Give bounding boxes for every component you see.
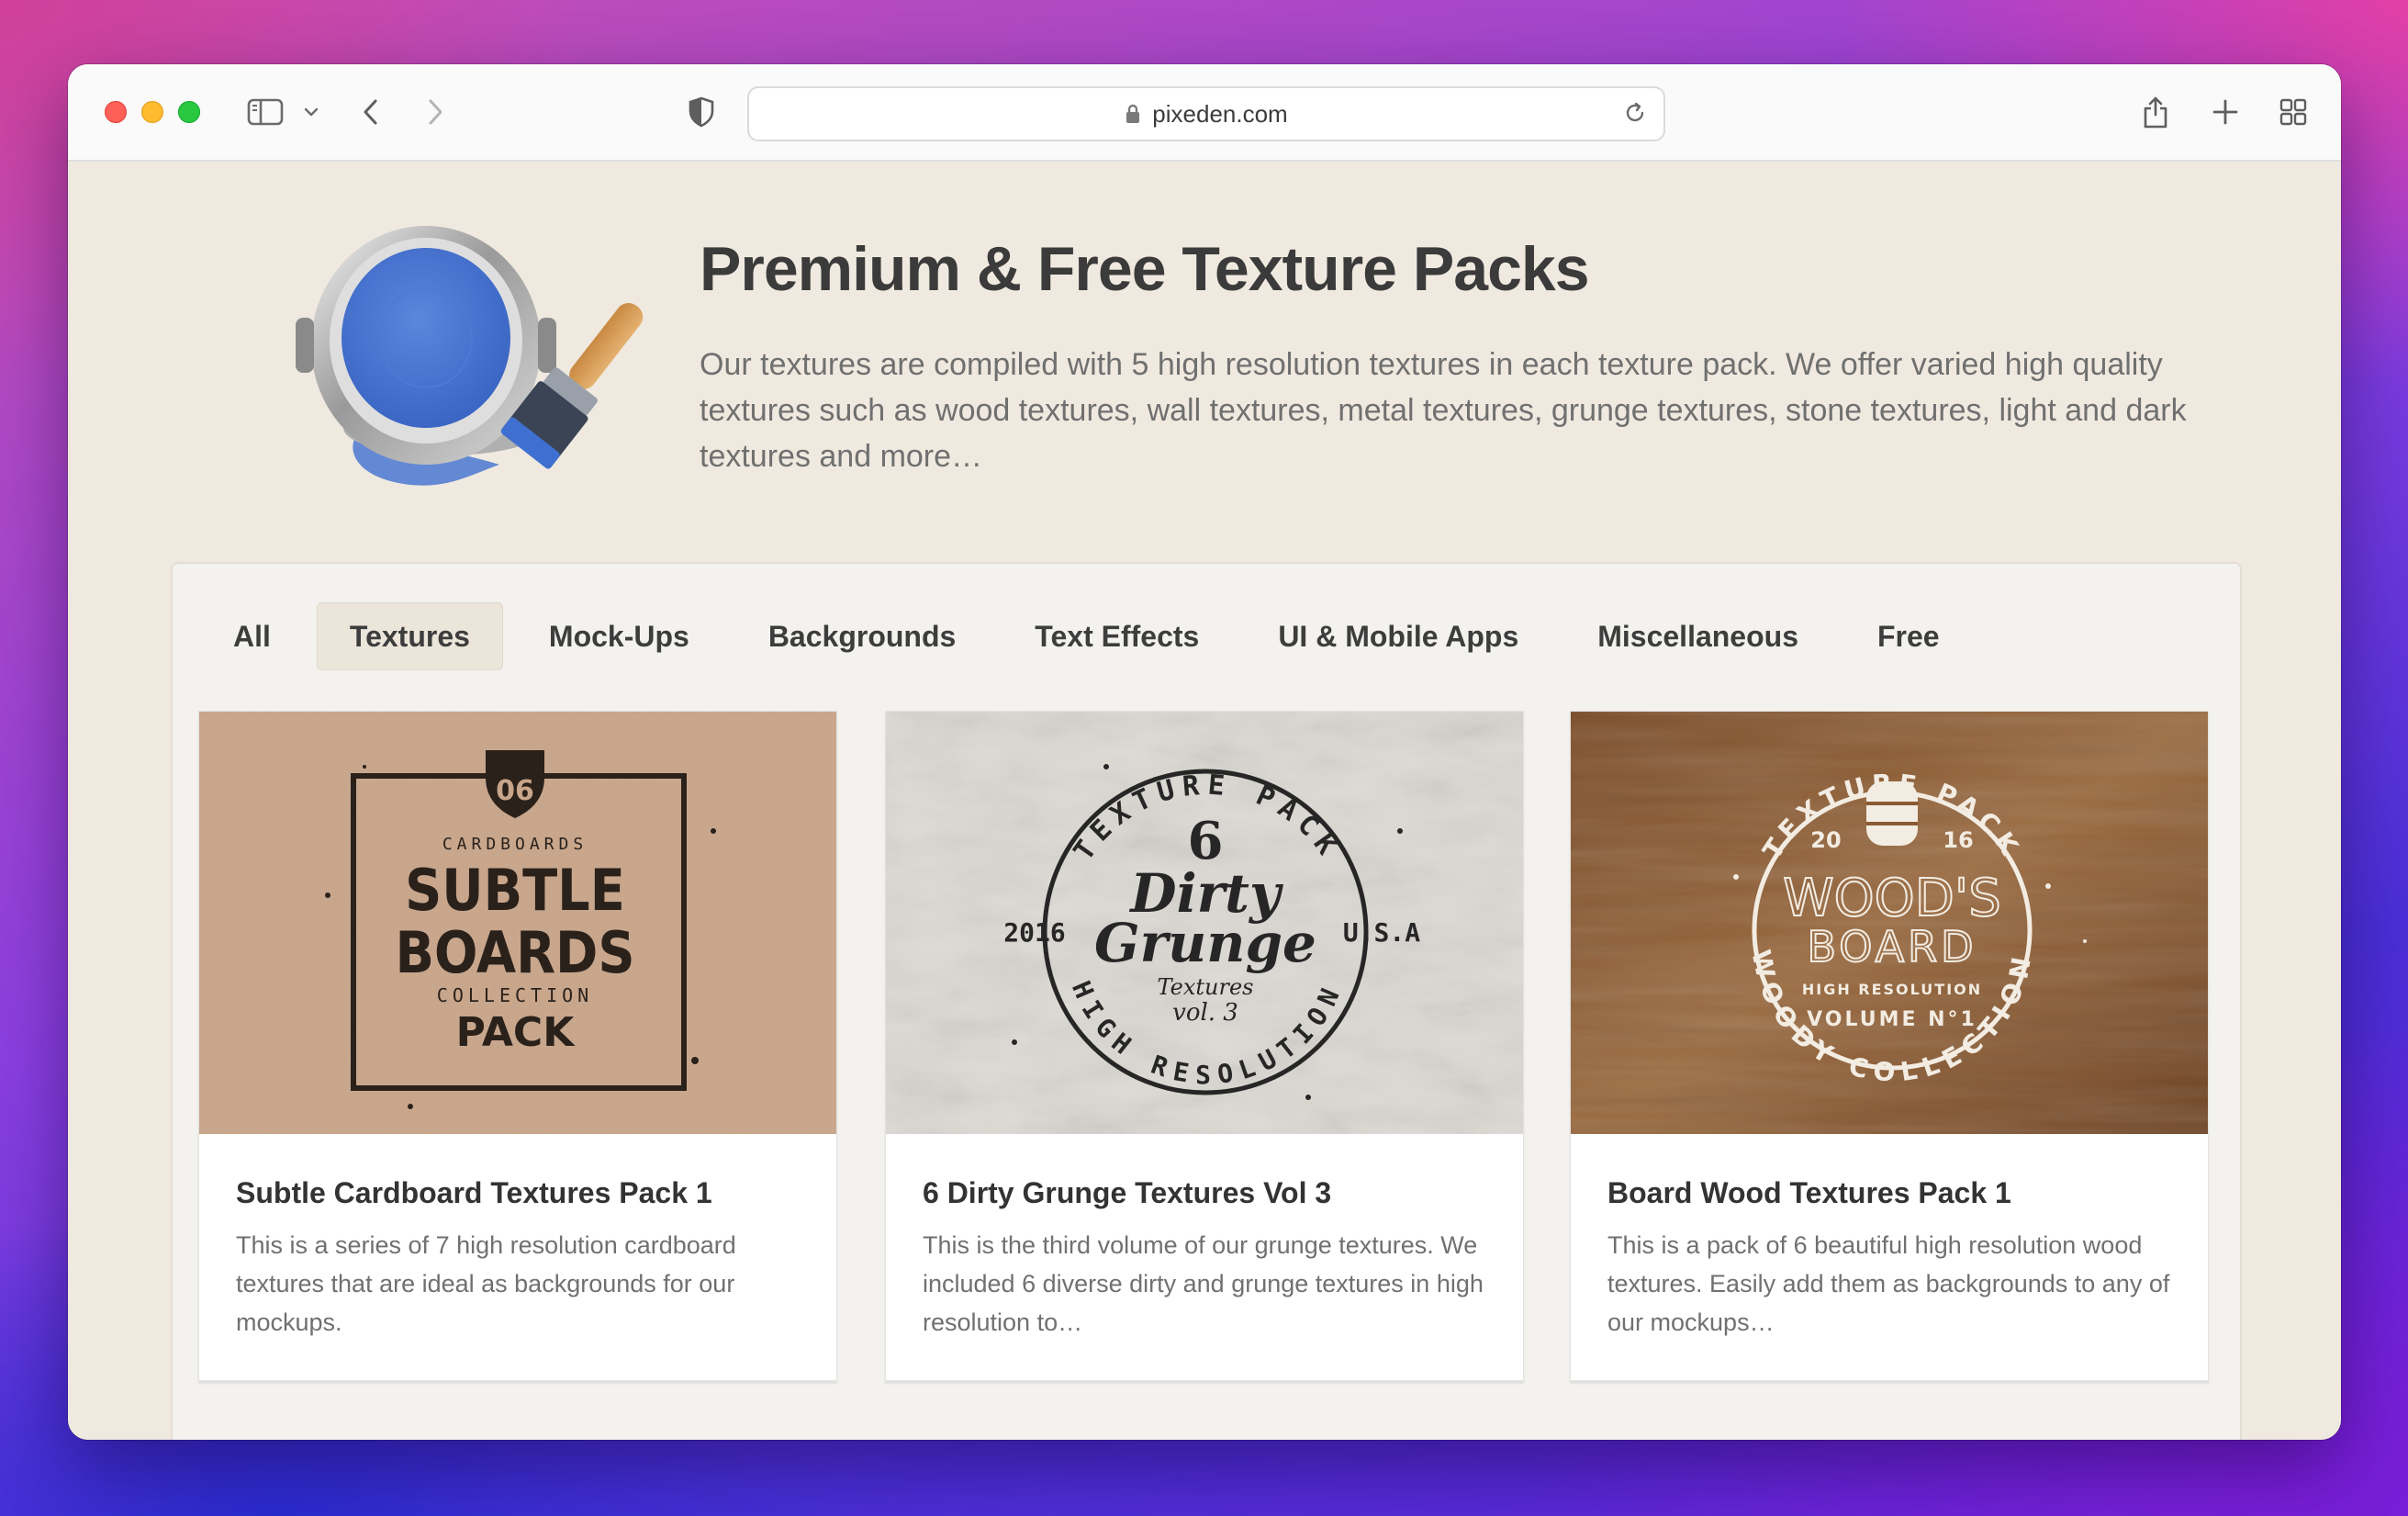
thumb-text: PACK <box>456 1009 577 1056</box>
thumb-text: HIGH RESOLUTION <box>1802 981 1982 998</box>
tab-label: Free <box>1876 619 1940 653</box>
card-title[interactable]: Board Wood Textures Pack 1 <box>1607 1176 2011 1210</box>
tab-overview-button[interactable] <box>2275 90 2312 134</box>
tab-label: Textures <box>349 619 470 653</box>
tab-free[interactable]: Free <box>1844 602 1973 670</box>
minimize-window-button[interactable] <box>141 101 163 123</box>
product-card-wood[interactable]: TEXTURE PACK 20 16 WOOD'S BOARD HIGH RES… <box>1570 711 2209 1381</box>
back-button[interactable] <box>353 90 389 134</box>
product-thumbnail[interactable]: 06 CARDBOARDS SUBTLE BOARDS COLLECTION P… <box>199 712 836 1134</box>
tab-all[interactable]: All <box>200 602 304 670</box>
forward-icon <box>429 99 442 125</box>
shield-icon <box>689 96 714 128</box>
new-tab-icon <box>2212 99 2238 125</box>
thumb-text: Grunge <box>1094 912 1316 974</box>
back-icon <box>364 99 377 125</box>
close-window-button[interactable] <box>105 101 127 123</box>
card-description: This is a pack of 6 beautiful high resol… <box>1607 1231 2170 1336</box>
paint-can-brush-icon <box>296 226 644 486</box>
share-icon <box>2144 96 2167 129</box>
page-description: Our textures are compiled with 5 high re… <box>700 347 2187 474</box>
thumb-text: 2016 <box>1003 917 1065 948</box>
products-panel: All Textures Mock-Ups Backgrounds Text E… <box>171 562 2242 1440</box>
page-content: Premium & Free Texture Packs Our texture… <box>68 162 2341 1440</box>
tab-label: Backgrounds <box>767 619 957 653</box>
sidebar-toggle-button[interactable] <box>242 90 288 134</box>
tab-textures[interactable]: Textures <box>316 602 503 670</box>
forward-button[interactable] <box>417 90 454 134</box>
lock-icon <box>1126 104 1140 123</box>
tab-label: Mock-Ups <box>548 619 689 653</box>
category-tabs: All Textures Mock-Ups Backgrounds Text E… <box>200 602 1986 670</box>
thumb-text: SUBTLE <box>405 857 625 924</box>
card-title[interactable]: 6 Dirty Grunge Textures Vol 3 <box>923 1176 1331 1210</box>
card-title[interactable]: Subtle Cardboard Textures Pack 1 <box>236 1176 712 1210</box>
thumb-text: BOARDS <box>395 919 634 986</box>
thumb-text: VOLUME N°1 <box>1807 1008 1977 1031</box>
tab-label: All <box>233 619 271 653</box>
tab-backgrounds[interactable]: Backgrounds <box>735 602 989 670</box>
share-button[interactable] <box>2137 90 2174 134</box>
product-card-cardboard[interactable]: 06 CARDBOARDS SUBTLE BOARDS COLLECTION P… <box>198 711 837 1381</box>
product-thumbnail[interactable]: TEXTURE PACK 20 16 WOOD'S BOARD HIGH RES… <box>1571 712 2208 1134</box>
tab-text-effects[interactable]: Text Effects <box>1002 602 1232 670</box>
tab-overview-icon <box>2279 98 2307 126</box>
tab-label: Text Effects <box>1035 619 1200 653</box>
card-description: This is the third volume of our grunge t… <box>923 1231 1484 1336</box>
tab-miscellaneous[interactable]: Miscellaneous <box>1564 602 1831 670</box>
thumb-text: Textures <box>1158 974 1254 1000</box>
thumb-text: BOARD <box>1808 922 1977 971</box>
page-title: Premium & Free Texture Packs <box>700 234 1590 304</box>
sidebar-icon <box>247 98 284 126</box>
tab-label: UI & Mobile Apps <box>1278 619 1519 653</box>
thumb-text: U.S.A <box>1343 917 1420 948</box>
address-bar[interactable]: pixeden.com <box>747 86 1665 141</box>
privacy-report-button[interactable] <box>683 90 720 134</box>
tab-label: Miscellaneous <box>1597 619 1798 653</box>
thumb-text: COLLECTION <box>437 984 593 1006</box>
zoom-window-button[interactable] <box>178 101 200 123</box>
browser-toolbar: pixeden.com <box>68 64 2341 162</box>
thumb-badge: 06 <box>496 775 534 807</box>
thumb-text: CARDBOARDS <box>442 835 588 854</box>
tab-ui-mobile-apps[interactable]: UI & Mobile Apps <box>1245 602 1551 670</box>
url-text: pixeden.com <box>1152 99 1288 128</box>
tab-mock-ups[interactable]: Mock-Ups <box>516 602 722 670</box>
reload-icon[interactable] <box>1623 101 1647 125</box>
thumb-text: 20 <box>1810 827 1841 853</box>
sidebar-menu-button[interactable] <box>297 90 325 134</box>
product-thumbnail[interactable]: TEXTURE PACK 6 Dirty Grunge Textures vol… <box>886 712 1523 1134</box>
thumb-text: WOOD'S <box>1783 869 2001 928</box>
chevron-down-icon <box>304 107 319 117</box>
new-tab-button[interactable] <box>2207 90 2244 134</box>
thumb-text: 16 <box>1943 827 1973 853</box>
browser-window: pixeden.com Premium & Free Texture Packs… <box>68 64 2341 1440</box>
card-description: This is a series of 7 high resolution ca… <box>236 1231 736 1336</box>
thumb-text: vol. 3 <box>1172 999 1238 1027</box>
product-card-grunge[interactable]: TEXTURE PACK 6 Dirty Grunge Textures vol… <box>885 711 1524 1381</box>
